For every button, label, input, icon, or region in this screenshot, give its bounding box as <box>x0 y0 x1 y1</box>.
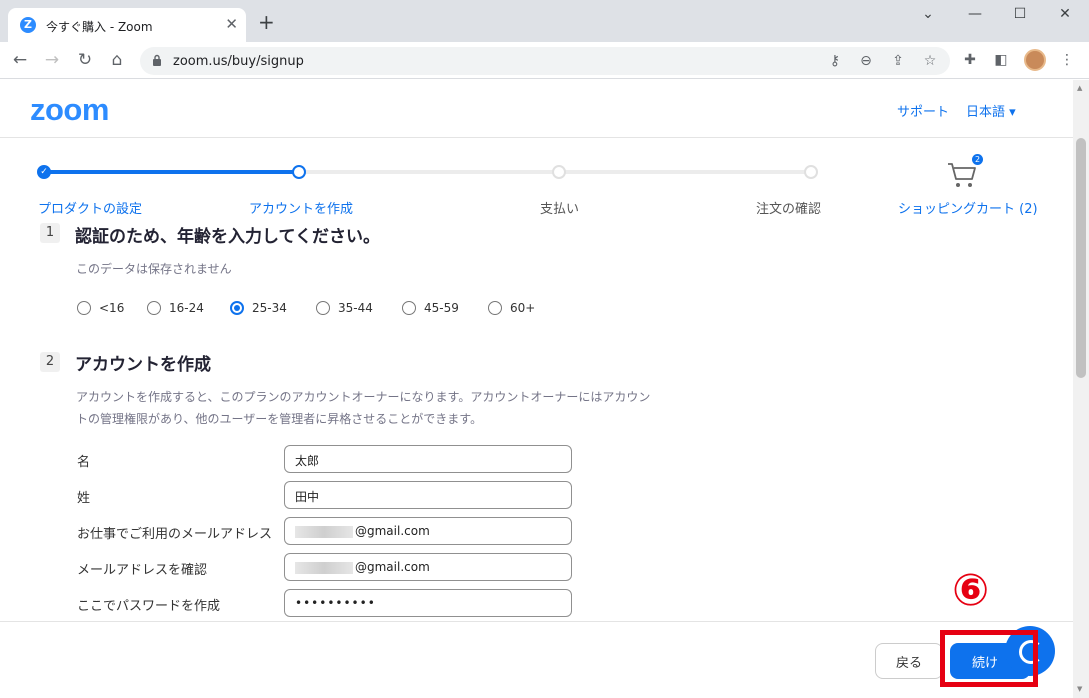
first-name-label: 名 <box>77 455 91 470</box>
password-input[interactable]: •••••••••• <box>284 589 572 617</box>
reload-icon[interactable]: ↻ <box>75 50 95 70</box>
step-dot <box>552 165 566 179</box>
language-selector[interactable]: 日本語 ▾ <box>966 101 1016 120</box>
redacted-blur <box>295 561 353 574</box>
new-tab-button[interactable]: + <box>258 12 275 32</box>
step-product-settings: プロダクトの設定 <box>38 202 143 217</box>
header-divider <box>0 137 1073 138</box>
zoom-logo[interactable]: zoom <box>30 92 109 128</box>
tab-strip: Z 今すぐ購入 - Zoom ✕ + ⌄ — ☐ ✕ <box>0 0 1089 42</box>
age-privacy-note: このデータは保存されません <box>76 262 232 276</box>
step-check-icon: ✓ <box>37 165 51 179</box>
side-panel-icon[interactable]: ◧ <box>992 51 1010 69</box>
zoom-magnifier-icon[interactable]: ⊖ <box>857 52 875 70</box>
address-bar[interactable]: zoom.us/buy/signup ⚷ ⊖ ⇪ ☆ <box>140 47 950 75</box>
bookmark-star-icon[interactable]: ☆ <box>921 52 939 70</box>
window-close-icon[interactable]: ✕ <box>1050 6 1080 24</box>
url-text: zoom.us/buy/signup <box>173 54 304 69</box>
step-dot-current <box>292 165 306 179</box>
support-link[interactable]: サポート <box>897 101 949 120</box>
back-arrow-icon[interactable]: ← <box>10 50 30 70</box>
redacted-blur <box>295 525 353 538</box>
scroll-thumb[interactable] <box>1076 138 1086 378</box>
tab-search-icon[interactable]: ⌄ <box>913 6 943 24</box>
page-scrollbar[interactable]: ▲ ▼ <box>1073 80 1089 698</box>
shopping-cart-link[interactable]: ショッピングカート (2) <box>898 198 1038 217</box>
account-description: アカウントを作成すると、このプランのアカウントオーナーになります。アカウントオー… <box>76 390 651 426</box>
last-name-input[interactable]: 田中 <box>284 481 572 509</box>
first-name-input[interactable]: 太郎 <box>284 445 572 473</box>
confirm-email-label: メールアドレスを確認 <box>77 563 208 578</box>
menu-icon[interactable]: ⋮ <box>1058 51 1076 69</box>
home-icon[interactable]: ⌂ <box>107 50 127 70</box>
tab-title: 今すぐ購入 - Zoom <box>46 20 153 34</box>
progress-fill <box>44 170 299 174</box>
forward-arrow-icon[interactable]: → <box>42 50 62 70</box>
lock-icon <box>153 54 161 66</box>
account-section-title: アカウントを作成 <box>75 355 211 375</box>
back-button[interactable]: 戻る <box>875 643 943 679</box>
minimize-icon[interactable]: — <box>960 6 990 24</box>
extensions-icon[interactable]: ✚ <box>961 51 979 69</box>
step-payment: 支払い <box>540 202 580 217</box>
browser-tab[interactable]: Z 今すぐ購入 - Zoom ✕ <box>8 8 246 42</box>
step-create-account: アカウントを作成 <box>249 202 354 217</box>
work-email-input[interactable]: @gmail.com <box>284 517 572 545</box>
step-order-review: 注文の確認 <box>756 202 822 217</box>
section-number: 1 <box>40 223 60 243</box>
scroll-up-icon[interactable]: ▲ <box>1077 84 1085 92</box>
maximize-icon[interactable]: ☐ <box>1005 6 1035 24</box>
scroll-down-icon[interactable]: ▼ <box>1077 685 1085 693</box>
confirm-email-input[interactable]: @gmail.com <box>284 553 572 581</box>
shopping-cart-icon[interactable] <box>946 160 978 190</box>
tab-close-icon[interactable]: ✕ <box>225 15 238 33</box>
section-number: 2 <box>40 352 60 372</box>
page-content: zoom サポート 日本語 ▾ ✓ プロダクトの設定 アカウントを作成 支払い … <box>0 80 1073 698</box>
step-dot <box>804 165 818 179</box>
zoom-favicon-icon: Z <box>20 17 36 33</box>
work-email-label: お仕事でご利用のメールアドレス <box>77 527 273 542</box>
annotation-step-marker: ⑥ <box>952 565 990 616</box>
profile-avatar[interactable] <box>1024 49 1046 71</box>
key-icon[interactable]: ⚷ <box>826 52 844 70</box>
footer-divider <box>0 621 1073 622</box>
password-label: ここでパスワードを作成 <box>77 599 221 614</box>
age-section-title: 認証のため、年齢を入力してください。 <box>75 227 380 247</box>
cart-count-badge: 2 <box>972 154 983 165</box>
browser-toolbar: ← → ↻ ⌂ zoom.us/buy/signup ⚷ ⊖ ⇪ ☆ ✚ ◧ ⋮ <box>0 42 1089 79</box>
annotation-highlight-box <box>940 630 1038 687</box>
share-icon[interactable]: ⇪ <box>889 52 907 70</box>
last-name-label: 姓 <box>77 491 91 506</box>
